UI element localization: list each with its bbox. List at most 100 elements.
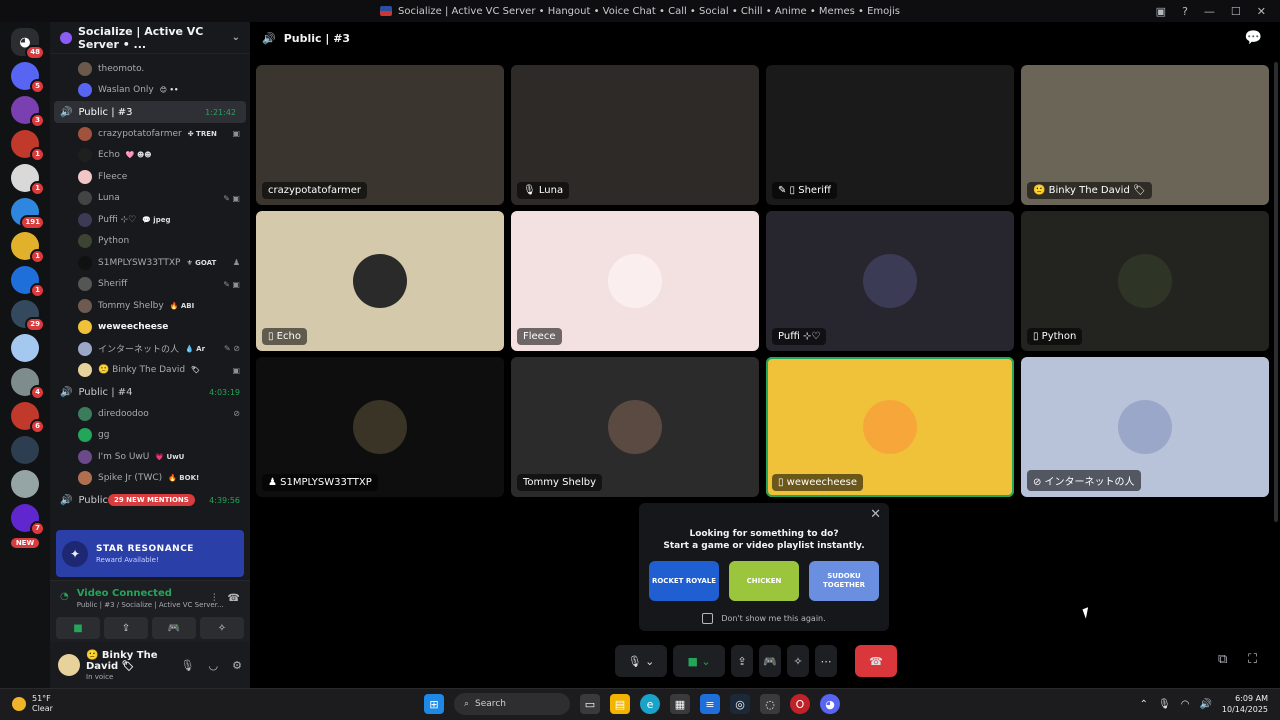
start-icon[interactable]: ⊞ xyxy=(424,694,444,714)
wifi-icon[interactable]: ◠ xyxy=(1181,699,1190,710)
chevron-up-icon[interactable]: ⌃ xyxy=(1140,699,1148,710)
voice-user[interactable]: I'm So UwU 💗 UwU xyxy=(50,446,250,468)
direct-messages-icon[interactable]: ◕ 48 xyxy=(11,28,45,60)
server-icon[interactable] xyxy=(11,334,39,362)
video-tile[interactable]: Tommy Shelby xyxy=(511,357,759,497)
maximize-button[interactable]: ☐ xyxy=(1231,5,1241,18)
server-icon[interactable]: 1 xyxy=(11,164,45,196)
voice-channel[interactable]: 🔊 Public | #3 1:21:42 xyxy=(54,101,246,123)
clock[interactable]: 6:09 AM 10/14/2025 xyxy=(1222,693,1268,715)
voice-user[interactable]: weweecheese xyxy=(50,317,250,339)
chevron-down-icon[interactable]: ⌄ xyxy=(232,32,240,43)
video-tile[interactable]: 🙁 Binky The David 🏷 xyxy=(1021,65,1269,205)
voice-user[interactable]: Sheriff ✎ ▣ xyxy=(50,274,250,296)
voice-user[interactable]: Waslan Only 😊 •• xyxy=(50,80,250,102)
screen-share-button[interactable]: ⇪ xyxy=(104,617,148,639)
volume-icon[interactable]: 🔊 xyxy=(1199,699,1211,710)
voice-channel[interactable]: 🔊 Public 29 NEW MENTIONS 4:39:56 xyxy=(50,489,250,511)
voice-channel[interactable]: 🔊 Public | #4 4:03:19 xyxy=(50,381,250,403)
game-card[interactable]: ROCKET ROYALE xyxy=(649,561,719,601)
soundboard-button[interactable]: ✧ xyxy=(200,617,244,639)
avatar[interactable] xyxy=(58,654,80,676)
close-button[interactable]: ✕ xyxy=(1257,5,1266,18)
close-icon[interactable]: ✕ xyxy=(870,507,881,522)
server-icon[interactable]: 1 xyxy=(11,266,45,298)
voice-detail[interactable]: Public | #3 / Socialize | Active VC Serv… xyxy=(77,601,224,609)
server-icon[interactable]: 1 xyxy=(11,130,45,162)
server-icon[interactable]: 1 xyxy=(11,232,45,264)
voice-user[interactable]: gg xyxy=(50,425,250,447)
search-box[interactable]: ⌕ Search xyxy=(454,693,570,715)
server-icon[interactable]: 4 xyxy=(11,368,45,400)
voice-user[interactable]: インターネットの人 💧 Ar ✎ ⊘ xyxy=(50,338,250,360)
weather-widget[interactable]: 51°F Clear xyxy=(12,694,53,714)
video-tile[interactable]: 🎙 Luna xyxy=(511,65,759,205)
discord-icon[interactable]: ◕ xyxy=(820,694,840,714)
microphone-icon[interactable]: 🎙 xyxy=(181,659,195,672)
voice-user[interactable]: Luna ✎ ▣ xyxy=(50,188,250,210)
headphones-icon[interactable]: ◡ xyxy=(209,659,219,672)
help-icon[interactable]: ? xyxy=(1182,5,1188,18)
voice-user[interactable]: Echo 🩷 ☻☻ xyxy=(50,145,250,167)
app-icon[interactable]: ◌ xyxy=(760,694,780,714)
voice-user[interactable]: Spike Jr (TWC) 🔥 BOK! xyxy=(50,468,250,490)
edge-icon[interactable]: e xyxy=(640,694,660,714)
server-icon[interactable]: 29 xyxy=(11,300,45,332)
popout-icon[interactable]: ⧉ xyxy=(1218,652,1227,667)
server-icon[interactable] xyxy=(11,470,39,498)
camera-button[interactable]: ■ xyxy=(56,617,100,639)
video-tile[interactable]: crazypotatofarmer xyxy=(256,65,504,205)
server-header[interactable]: Socialize | Active VC Server • ... ⌄ xyxy=(50,22,250,54)
video-tile[interactable]: ✎ ▯ Sheriff xyxy=(766,65,1014,205)
store-icon[interactable]: ▦ xyxy=(670,694,690,714)
chat-icon[interactable]: 💬 xyxy=(1245,30,1262,46)
voice-user[interactable]: Fleece xyxy=(50,166,250,188)
scrollbar[interactable] xyxy=(1274,62,1278,522)
signal-icon[interactable]: ◔ xyxy=(60,591,69,602)
task-view-icon[interactable]: ▭ xyxy=(580,694,600,714)
fullscreen-icon[interactable]: ⛶ xyxy=(1248,652,1257,667)
dont-show-row[interactable]: Don't show me this again. xyxy=(639,613,889,624)
game-card[interactable]: SUDOKU TOGETHER xyxy=(809,561,879,601)
notepad-icon[interactable]: ≡ xyxy=(700,694,720,714)
new-badge[interactable]: NEW xyxy=(10,538,40,548)
video-tile[interactable]: ⊘ インターネットの人 xyxy=(1021,357,1269,497)
video-tile[interactable]: ▯ Echo xyxy=(256,211,504,351)
video-tile[interactable]: Puffi ⊹♡ xyxy=(766,211,1014,351)
microphone-tray-icon[interactable]: 🎙 xyxy=(1158,699,1171,710)
disconnect-icon[interactable]: ☎ xyxy=(228,593,240,604)
voice-user[interactable]: Puffi ⊹♡ 💬 jpeg xyxy=(50,209,250,231)
opera-icon[interactable]: O xyxy=(790,694,810,714)
more-icon[interactable]: ⋯ xyxy=(815,645,837,677)
noise-suppression-icon[interactable]: ⫶ xyxy=(213,593,216,604)
soundboard-icon[interactable]: ✧ xyxy=(787,645,809,677)
dont-show-checkbox[interactable] xyxy=(702,613,714,624)
server-icon[interactable]: 6 xyxy=(11,402,45,434)
voice-user[interactable]: crazypotatofarmer ✤ TREN ▣ xyxy=(50,123,250,145)
voice-user[interactable]: 🙁 Binky The David 🏷 ▣ xyxy=(50,360,250,382)
server-icon[interactable] xyxy=(11,436,39,464)
activity-button[interactable]: 🎮 xyxy=(152,617,196,639)
activity-icon[interactable]: 🎮 xyxy=(759,645,781,677)
voice-user[interactable]: Python xyxy=(50,231,250,253)
steam-icon[interactable]: ◎ xyxy=(730,694,750,714)
voice-user[interactable]: theomoto. xyxy=(50,58,250,80)
promo-banner[interactable]: ✦ STAR RESONANCE Reward Available! xyxy=(56,530,244,577)
video-tile[interactable]: Fleece xyxy=(511,211,759,351)
mute-button[interactable]: 🎙 ⌄ xyxy=(615,645,667,677)
video-button[interactable]: ■ ⌄ xyxy=(673,645,725,677)
mentions-pill[interactable]: 29 NEW MENTIONS xyxy=(108,494,195,506)
minimize-button[interactable]: — xyxy=(1204,5,1215,18)
voice-user[interactable]: Tommy Shelby 🔥 ABI xyxy=(50,295,250,317)
screen-share-icon[interactable]: ⇪ xyxy=(731,645,753,677)
voice-user[interactable]: S1MPLYSW33TTXP ⚜ GOAT ♟ xyxy=(50,252,250,274)
voice-user[interactable]: diredoodoo ⊘ xyxy=(50,403,250,425)
video-tile[interactable]: ▯ weweecheese xyxy=(766,357,1014,497)
game-card[interactable]: CHICKEN xyxy=(729,561,799,601)
end-call-button[interactable]: ☎ xyxy=(855,645,897,677)
video-tile[interactable]: ♟ S1MPLYSW33TTXP xyxy=(256,357,504,497)
server-icon[interactable]: 5 xyxy=(11,62,45,94)
inbox-icon[interactable]: ▣ xyxy=(1156,5,1166,18)
file-explorer-icon[interactable]: ▤ xyxy=(610,694,630,714)
video-tile[interactable]: ▯ Python xyxy=(1021,211,1269,351)
